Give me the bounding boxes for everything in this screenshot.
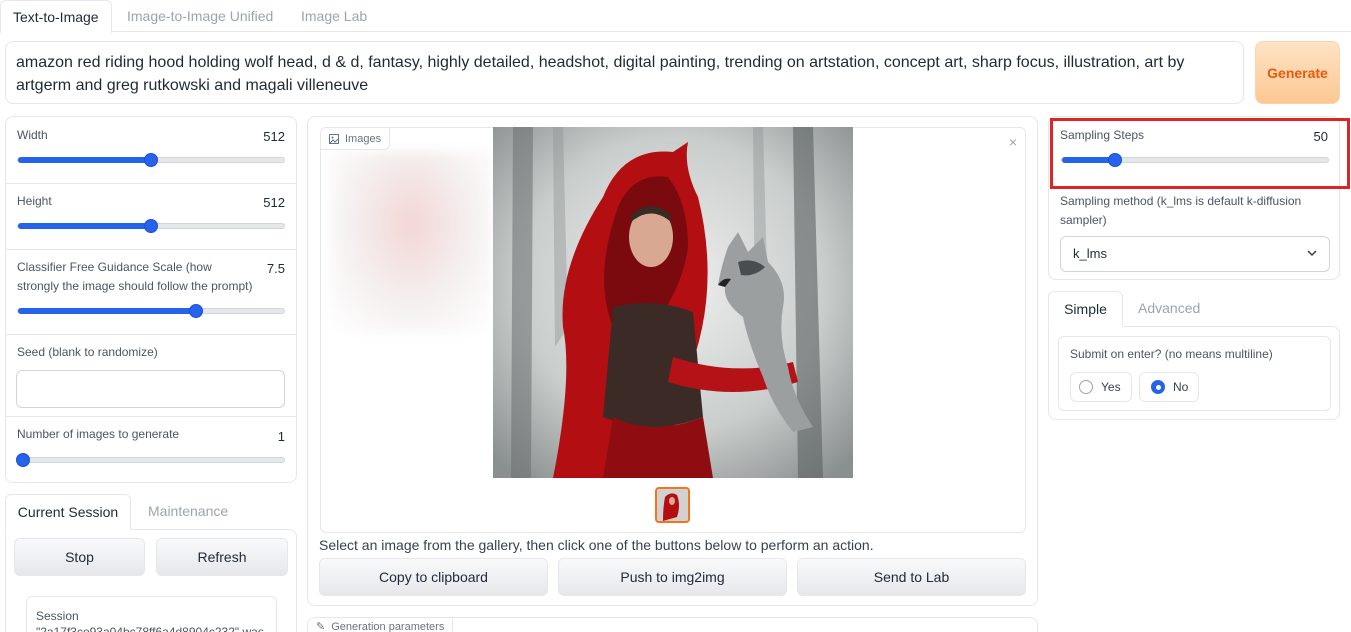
session-info: Session "2a17f3ce93a04bc78ff6a4d8904c232… [26,596,277,632]
gallery-hint: Select an image from the gallery, then c… [319,537,874,553]
width-setting: Width 512 [6,117,296,184]
gallery-thumbnail[interactable] [655,487,690,523]
cfg-slider[interactable] [17,304,285,318]
height-label: Height [17,194,52,208]
thumbnail-illustration [657,489,688,521]
generation-params-label: Generation parameters [331,620,445,632]
image-icon [329,133,339,144]
generate-button[interactable]: Generate [1255,41,1340,104]
radio-yes[interactable]: Yes [1070,372,1132,402]
generated-image-illustration [493,127,853,478]
stop-button[interactable]: Stop [14,538,145,576]
main-tabs: Text-to-Image Image-to-Image Unified Ima… [0,0,1351,33]
refresh-button[interactable]: Refresh [156,538,288,576]
tab-image-lab[interactable]: Image Lab [301,0,367,32]
tab-maintenance[interactable]: Maintenance [148,503,228,519]
tab-image-to-image-unified[interactable]: Image-to-Image Unified [127,0,273,32]
close-icon[interactable]: × [1009,134,1017,150]
gallery-label: Images [345,132,382,145]
radio-no-label: No [1173,380,1189,394]
blurred-preview [331,152,491,332]
seed-input[interactable] [16,370,285,408]
sampling-method-value: k_lms [1073,246,1107,261]
num-images-label: Number of images to generate [17,427,180,441]
width-value[interactable]: 512 [263,129,285,144]
push-to-img2img-button[interactable]: Push to img2img [558,558,787,596]
cfg-slider-thumb[interactable] [189,304,204,318]
options-panel: Submit on enter? (no means multiline) Ye… [1048,326,1340,420]
tab-simple[interactable]: Simple [1048,291,1123,327]
cfg-setting: Classifier Free Guidance Scale (how stro… [6,250,296,335]
radio-yes-circle [1079,380,1093,394]
num-images-value[interactable]: 1 [278,429,285,444]
generation-params-badge[interactable]: ✎ Generation parameters [308,618,454,632]
width-slider-fill [18,157,151,163]
generated-image[interactable] [493,127,853,478]
num-images-slider[interactable] [16,453,285,467]
copy-to-clipboard-button[interactable]: Copy to clipboard [319,558,548,596]
height-value[interactable]: 512 [263,195,285,210]
height-slider-thumb[interactable] [144,219,158,233]
send-to-lab-button[interactable]: Send to Lab [797,558,1026,596]
tab-text-to-image[interactable]: Text-to-Image [0,0,112,33]
gallery-label-badge: Images [321,128,391,150]
tab-advanced[interactable]: Advanced [1138,300,1200,316]
width-slider-thumb[interactable] [144,153,158,167]
submit-on-enter-label: Submit on enter? (no means multiline) [1070,347,1273,361]
prompt-input[interactable]: amazon red riding hood holding wolf head… [5,41,1244,104]
cfg-label: Classifier Free Guidance Scale (how stro… [17,260,253,293]
generation-params-panel: ✎ Generation parameters [307,617,1038,632]
num-images-setting: Number of images to generate 1 [6,417,296,483]
left-settings-panel: Width 512 Height 512 Classifier Free Gui… [5,116,297,483]
cfg-value[interactable]: 7.5 [267,261,285,276]
height-slider-fill [18,223,151,229]
highlight-box [1050,118,1350,189]
height-setting: Height 512 [6,184,296,250]
num-images-slider-thumb[interactable] [16,453,30,467]
session-panel: Stop Refresh Session "2a17f3ce93a04bc78f… [5,529,297,632]
submit-on-enter-group: Submit on enter? (no means multiline) Ye… [1058,336,1331,411]
pencil-icon: ✎ [316,621,326,632]
radio-yes-label: Yes [1101,380,1121,394]
seed-label: Seed (blank to randomize) [17,345,158,359]
radio-no[interactable]: No [1139,372,1199,402]
width-slider[interactable] [17,153,285,167]
session-id-text: "2a17f3ce93a04bc78ff6a4d8904c232" was... [36,625,272,632]
sampling-method-label: Sampling method (k_lms is default k-diff… [1060,194,1302,227]
tab-current-session[interactable]: Current Session [5,494,131,530]
sampling-method-select[interactable]: k_lms [1060,236,1330,272]
seed-setting: Seed (blank to randomize) [6,335,296,417]
cfg-slider-fill [18,308,197,314]
width-label: Width [17,128,48,142]
height-slider[interactable] [17,219,285,233]
radio-no-circle [1151,380,1165,394]
chevron-down-icon [1307,250,1317,257]
